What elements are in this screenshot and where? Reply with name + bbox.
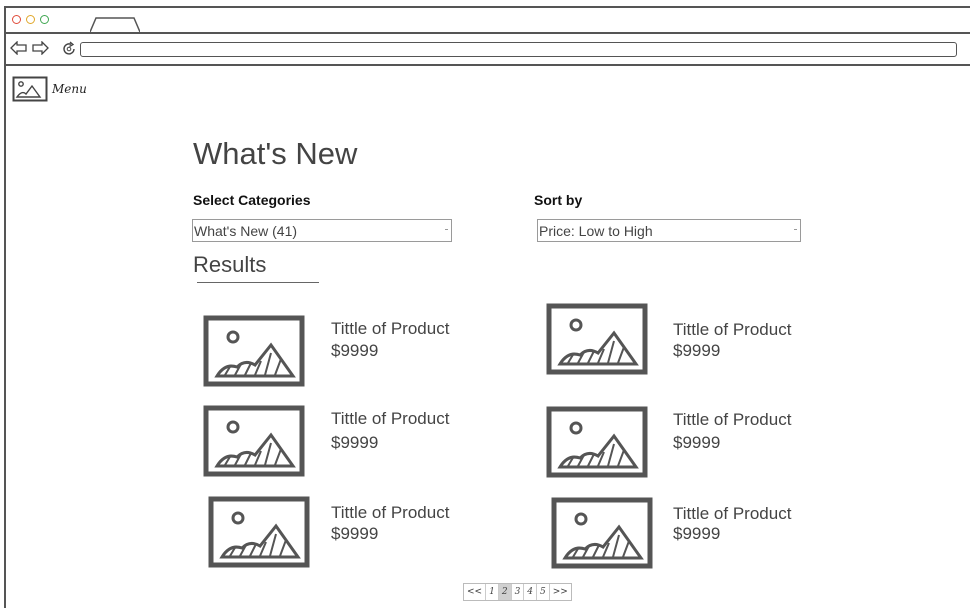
- pagination-page-current[interactable]: 2: [498, 584, 512, 600]
- pagination-page[interactable]: 3: [512, 584, 525, 600]
- sort-label: Sort by: [534, 192, 583, 208]
- product-title[interactable]: Tittle of Product: [673, 320, 791, 340]
- browser-window: [4, 6, 970, 608]
- navigation-bar: [6, 34, 970, 66]
- categories-label: Select Categories: [193, 192, 311, 208]
- product-image-icon: [551, 497, 653, 569]
- product-title[interactable]: Tittle of Product: [331, 409, 449, 429]
- product-price: $9999: [331, 433, 379, 452]
- menu-label: Menu: [52, 82, 87, 96]
- browser-tab[interactable]: [90, 16, 140, 32]
- results-heading: Results: [193, 252, 267, 277]
- address-bar[interactable]: [80, 42, 957, 57]
- pagination: << 1 2 3 4 5 >>: [463, 583, 572, 601]
- back-arrow-icon[interactable]: [10, 41, 28, 55]
- forward-arrow-icon[interactable]: [31, 41, 49, 55]
- sort-select-value: Price: Low to High: [539, 222, 653, 239]
- menu-image-icon: [12, 76, 48, 102]
- pagination-last[interactable]: >>: [550, 584, 571, 600]
- pagination-page[interactable]: 1: [486, 584, 499, 600]
- product-title[interactable]: Tittle of Product: [331, 503, 449, 523]
- page-title: What's New: [193, 136, 358, 171]
- product-price: $9999: [331, 341, 379, 360]
- product-price: $9999: [673, 524, 721, 543]
- pagination-first[interactable]: <<: [464, 584, 487, 600]
- results-divider: [197, 282, 319, 283]
- product-image-icon: [546, 406, 648, 478]
- chevron-down-icon: [794, 229, 797, 231]
- pagination-page[interactable]: 5: [537, 584, 550, 600]
- product-image-icon: [208, 496, 310, 568]
- maximize-window-icon[interactable]: [40, 15, 49, 24]
- minimize-window-icon[interactable]: [26, 15, 35, 24]
- product-title[interactable]: Tittle of Product: [331, 319, 449, 339]
- sort-select[interactable]: Price: Low to High: [537, 219, 801, 242]
- close-window-icon[interactable]: [12, 15, 21, 24]
- product-price: $9999: [673, 341, 721, 360]
- product-title[interactable]: Tittle of Product: [673, 504, 791, 524]
- categories-select[interactable]: What's New (41): [192, 219, 452, 242]
- categories-select-value: What's New (41): [194, 222, 298, 239]
- product-image-icon: [546, 303, 648, 375]
- product-image-icon: [203, 315, 305, 387]
- product-title[interactable]: Tittle of Product: [673, 410, 791, 430]
- product-price: $9999: [331, 524, 379, 543]
- product-price: $9999: [673, 433, 721, 452]
- product-image-icon: [203, 405, 305, 477]
- site-menu[interactable]: Menu: [12, 76, 87, 102]
- chevron-down-icon: [445, 229, 448, 231]
- reload-icon[interactable]: [61, 41, 77, 57]
- pagination-page[interactable]: 4: [524, 584, 538, 600]
- title-bar: [6, 8, 970, 34]
